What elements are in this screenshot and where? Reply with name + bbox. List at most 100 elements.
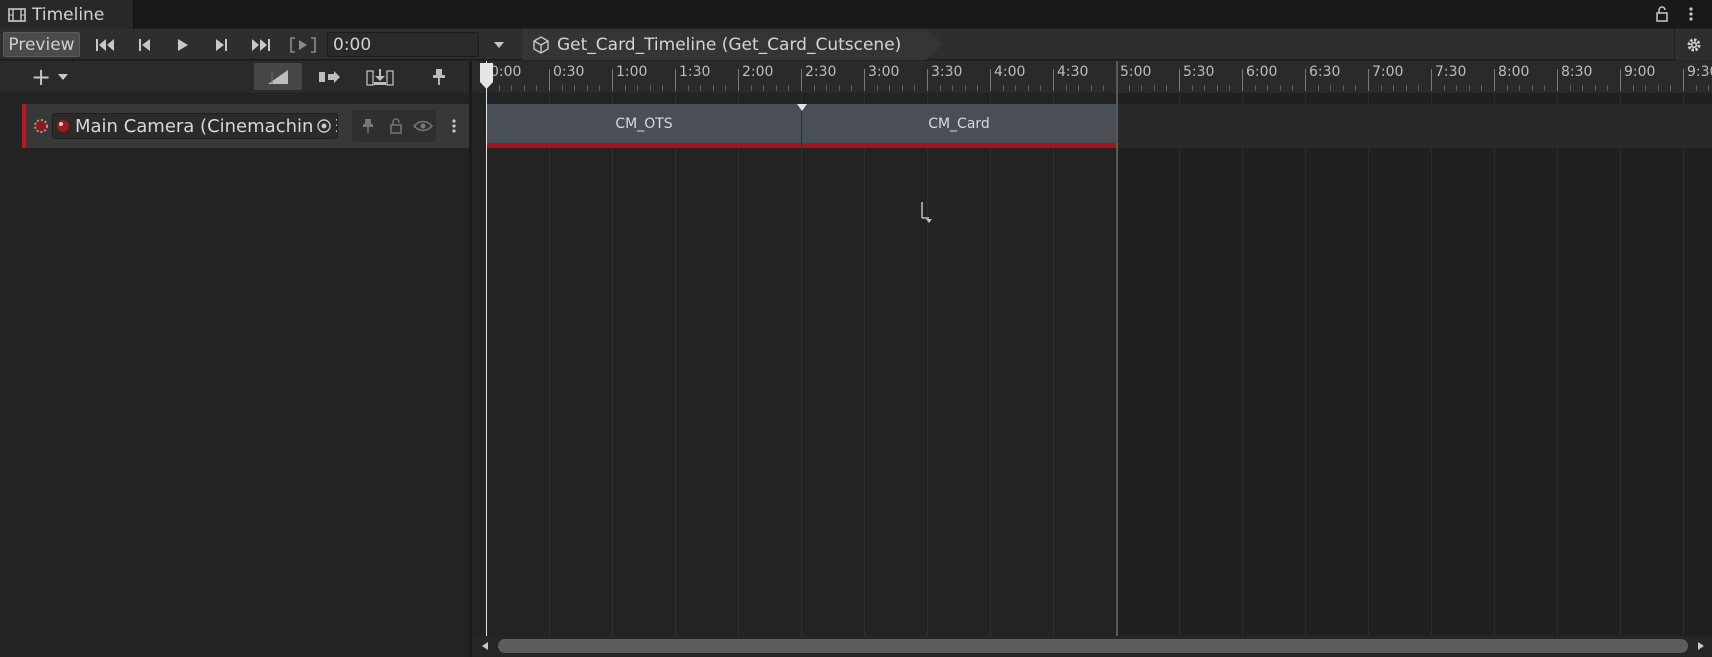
grid-line: [1053, 93, 1054, 636]
object-picker-icon[interactable]: [312, 115, 336, 137]
track-lock-icon[interactable]: [384, 115, 408, 137]
scrollbar-thumb[interactable]: [498, 639, 1688, 653]
grid-line: [738, 93, 739, 636]
clip-cm-ots[interactable]: CM_OTS: [487, 104, 801, 148]
ruler-minor-tick: [662, 85, 664, 91]
ruler-minor-tick: [1594, 85, 1596, 91]
ruler-label: 7:00: [1372, 64, 1404, 80]
ruler-major-tick: [612, 69, 613, 91]
ruler-major-tick: [738, 69, 739, 91]
ruler-label: 9:30: [1687, 64, 1712, 80]
ruler-minor-tick: [1393, 85, 1395, 91]
ruler-label: 5:30: [1183, 64, 1215, 80]
ruler-minor-tick: [1582, 85, 1584, 91]
ruler-minor-tick: [1531, 85, 1533, 91]
track-pin-icon[interactable]: [356, 115, 380, 137]
cube-icon: [532, 35, 550, 54]
ruler-label: 7:30: [1435, 64, 1467, 80]
ruler-label: 3:30: [931, 64, 963, 80]
ruler-minor-tick: [1670, 85, 1672, 91]
ruler-major-tick: [927, 69, 928, 91]
ruler-minor-tick: [1065, 85, 1067, 91]
lock-icon[interactable]: [1652, 4, 1672, 24]
timeline-asset-breadcrumb[interactable]: Get_Card_Timeline (Get_Card_Cutscene): [522, 29, 943, 60]
post-end-region: [1117, 93, 1712, 636]
film-icon: [8, 7, 26, 23]
ruler-minor-tick: [1519, 85, 1521, 91]
scroll-right-icon[interactable]: [1694, 639, 1708, 653]
ruler-minor-tick: [687, 85, 689, 91]
ruler-minor-tick: [712, 85, 714, 91]
ruler-minor-tick: [1632, 85, 1634, 91]
ruler-minor-tick: [838, 85, 840, 91]
previous-frame-icon[interactable]: [131, 32, 157, 57]
ruler-minor-tick: [1645, 85, 1647, 91]
ruler-minor-tick: [1078, 85, 1080, 91]
ruler-minor-tick: [1040, 85, 1042, 91]
go-to-start-icon[interactable]: [92, 32, 118, 57]
next-frame-icon[interactable]: [209, 32, 235, 57]
preview-button[interactable]: Preview: [3, 32, 80, 57]
go-to-end-icon[interactable]: [248, 32, 274, 57]
timeline-tab[interactable]: Timeline: [0, 0, 134, 30]
ruler-major-tick: [1431, 69, 1432, 91]
clip-label: CM_Card: [928, 115, 990, 132]
time-format-dropdown-icon[interactable]: [488, 32, 510, 57]
ruler-minor-tick: [1166, 85, 1168, 91]
ruler-label: 0:00: [490, 64, 522, 80]
grid-line: [549, 93, 550, 636]
ruler-minor-tick: [977, 85, 979, 91]
ruler-minor-tick: [624, 85, 626, 91]
gear-icon: [1675, 29, 1712, 60]
ruler-minor-tick: [1279, 85, 1281, 91]
ruler-minor-tick: [1607, 85, 1609, 91]
settings-button[interactable]: [1674, 29, 1712, 60]
ruler-minor-tick: [1090, 85, 1092, 91]
track-menu-icon[interactable]: [446, 115, 462, 137]
ruler-minor-tick: [1443, 85, 1445, 91]
ruler-major-tick: [675, 69, 676, 91]
camera-object-icon: [54, 117, 72, 135]
ruler-minor-tick: [498, 85, 500, 91]
snap-icon[interactable]: [362, 63, 398, 90]
camera-binding-field[interactable]: Main Camera (Cinemachine Brain): [52, 113, 338, 139]
ruler-minor-tick: [1002, 85, 1004, 91]
ruler-minor-tick: [1355, 85, 1357, 91]
track-visibility-eye-icon[interactable]: [410, 115, 436, 137]
ruler-minor-tick: [939, 85, 941, 91]
ruler-label: 2:30: [805, 64, 837, 80]
ruler-minor-tick: [1380, 85, 1382, 91]
editor-tab-strip: [0, 0, 1712, 28]
play-range-icon[interactable]: [287, 32, 319, 57]
ruler-label: 4:30: [1057, 64, 1089, 80]
ruler-label: 0:30: [553, 64, 585, 80]
grid-line: [612, 93, 613, 636]
clip-cm-card[interactable]: CM_Card: [802, 104, 1116, 148]
add-track-icon[interactable]: +: [24, 63, 76, 90]
grid-line: [927, 93, 928, 636]
play-icon[interactable]: [170, 32, 196, 57]
cinemachine-brain-icon: [30, 115, 52, 137]
ripple-mode-icon[interactable]: [312, 63, 348, 90]
time-ruler[interactable]: 0:00 0:30 1:00 1:30 2:00 2:30 3:00 3:30 4:00 4:30…: [472, 61, 1712, 93]
ruler-minor-tick: [1267, 85, 1269, 91]
ruler-major-tick: [1053, 69, 1054, 91]
ruler-minor-tick: [511, 85, 513, 91]
kebab-menu-icon[interactable]: [1681, 4, 1701, 24]
pin-icon[interactable]: [424, 63, 454, 90]
clip-label: CM_OTS: [615, 115, 673, 132]
ruler-minor-tick: [586, 85, 588, 91]
ruler-minor-tick: [1506, 85, 1508, 91]
curves-toggle-icon[interactable]: [254, 63, 302, 90]
ruler-minor-tick: [1292, 85, 1294, 91]
ruler-minor-tick: [1027, 85, 1029, 91]
ruler-minor-tick: [1229, 85, 1231, 91]
ruler-major-tick: [864, 69, 865, 91]
scroll-left-icon[interactable]: [478, 639, 492, 653]
ruler-label: 8:00: [1498, 64, 1530, 80]
current-time-field[interactable]: 0:00: [327, 32, 479, 57]
ruler-major-tick: [990, 69, 991, 91]
ruler-minor-tick: [876, 85, 878, 91]
playhead-handle[interactable]: [479, 62, 494, 90]
ruler-minor-tick: [574, 85, 576, 91]
